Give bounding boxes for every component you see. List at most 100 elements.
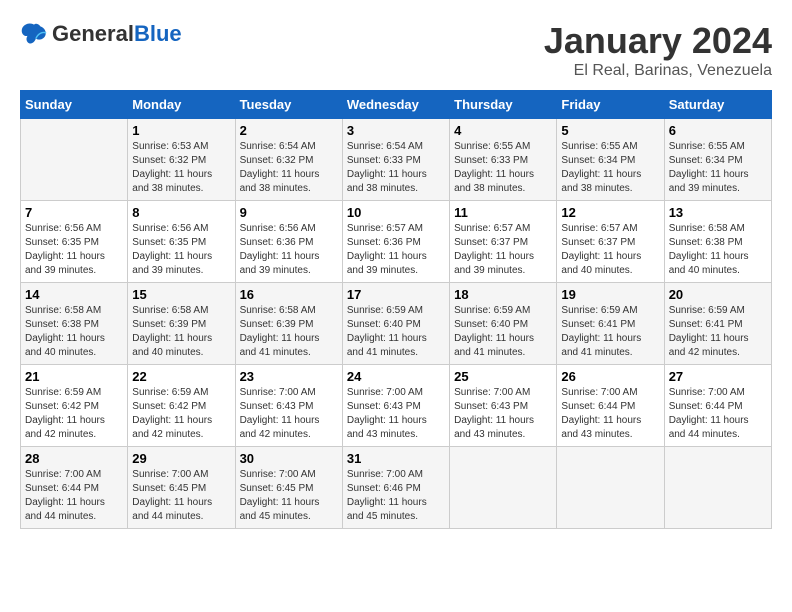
day-info: Sunrise: 6:56 AM Sunset: 6:36 PM Dayligh… — [240, 222, 338, 278]
day-number: 13 — [669, 205, 767, 220]
day-info: Sunrise: 6:57 AM Sunset: 6:37 PM Dayligh… — [454, 222, 552, 278]
calendar-week-row: 1 Sunrise: 6:53 AM Sunset: 6:32 PM Daylig… — [21, 119, 772, 201]
day-number: 4 — [454, 123, 552, 138]
table-row: 27 Sunrise: 7:00 AM Sunset: 6:44 PM Dayli… — [664, 365, 771, 447]
table-row: 1 Sunrise: 6:53 AM Sunset: 6:32 PM Daylig… — [128, 119, 235, 201]
table-row: 14Sunrise: 6:58 AM Sunset: 6:38 PM Dayli… — [21, 283, 128, 365]
day-info: Sunrise: 6:58 AM Sunset: 6:38 PM Dayligh… — [669, 222, 767, 278]
calendar-week-row: 21 Sunrise: 6:59 AM Sunset: 6:42 PM Dayli… — [21, 365, 772, 447]
day-number: 25 — [454, 369, 552, 384]
day-number: 1 — [132, 123, 230, 138]
table-row: 6 Sunrise: 6:55 AM Sunset: 6:34 PM Daylig… — [664, 119, 771, 201]
day-number: 20 — [669, 287, 767, 302]
calendar-week-row: 28 Sunrise: 7:00 AM Sunset: 6:44 PM Dayli… — [21, 447, 772, 529]
calendar-title: January 2024 — [544, 20, 772, 62]
day-info: Sunrise: 6:57 AM Sunset: 6:36 PM Dayligh… — [347, 222, 445, 278]
day-number: 19 — [561, 287, 659, 302]
day-number: 29 — [132, 451, 230, 466]
day-number: 12 — [561, 205, 659, 220]
table-row: 13 Sunrise: 6:58 AM Sunset: 6:38 PM Dayli… — [664, 201, 771, 283]
day-info: Sunrise: 6:56 AM Sunset: 6:35 PM Dayligh… — [25, 222, 123, 278]
day-number: 30 — [240, 451, 338, 466]
day-number: 7 — [25, 205, 123, 220]
header-friday: Friday — [557, 91, 664, 119]
table-row — [21, 119, 128, 201]
table-row: 17 Sunrise: 6:59 AM Sunset: 6:40 PM Dayli… — [342, 283, 449, 365]
day-number: 5 — [561, 123, 659, 138]
table-row: 18Sunrise: 6:59 AM Sunset: 6:40 PM Dayli… — [450, 283, 557, 365]
table-row: 29 Sunrise: 7:00 AM Sunset: 6:45 PM Dayli… — [128, 447, 235, 529]
table-row: 2Sunrise: 6:54 AM Sunset: 6:32 PM Daylig… — [235, 119, 342, 201]
day-number: 26 — [561, 369, 659, 384]
table-row: 12 Sunrise: 6:57 AM Sunset: 6:37 PM Dayli… — [557, 201, 664, 283]
table-row: 16 Sunrise: 6:58 AM Sunset: 6:39 PM Dayli… — [235, 283, 342, 365]
table-row — [664, 447, 771, 529]
table-row: 23 Sunrise: 7:00 AM Sunset: 6:43 PM Dayli… — [235, 365, 342, 447]
day-info: Sunrise: 6:59 AM Sunset: 6:40 PM Dayligh… — [347, 304, 445, 360]
header-saturday: Saturday — [664, 91, 771, 119]
day-number: 11 — [454, 205, 552, 220]
table-row: 26 Sunrise: 7:00 AM Sunset: 6:44 PM Dayli… — [557, 365, 664, 447]
day-number: 17 — [347, 287, 445, 302]
day-number: 15 — [132, 287, 230, 302]
table-row: 4Sunrise: 6:55 AM Sunset: 6:33 PM Daylig… — [450, 119, 557, 201]
day-number: 27 — [669, 369, 767, 384]
logo-text: General Blue — [52, 22, 182, 46]
table-row: 7 Sunrise: 6:56 AM Sunset: 6:35 PM Daylig… — [21, 201, 128, 283]
day-info: Sunrise: 6:58 AM Sunset: 6:39 PM Dayligh… — [132, 304, 230, 360]
day-number: 18 — [454, 287, 552, 302]
title-block: January 2024 El Real, Barinas, Venezuela — [544, 20, 772, 80]
header-tuesday: Tuesday — [235, 91, 342, 119]
table-row: 9Sunrise: 6:56 AM Sunset: 6:36 PM Daylig… — [235, 201, 342, 283]
logo-bird-icon — [20, 20, 48, 48]
calendar-table: Sunday Monday Tuesday Wednesday Thursday… — [20, 90, 772, 529]
day-info: Sunrise: 7:00 AM Sunset: 6:43 PM Dayligh… — [454, 386, 552, 442]
day-number: 22 — [132, 369, 230, 384]
day-info: Sunrise: 7:00 AM Sunset: 6:44 PM Dayligh… — [561, 386, 659, 442]
day-number: 8 — [132, 205, 230, 220]
logo: General Blue — [20, 20, 182, 48]
day-info: Sunrise: 7:00 AM Sunset: 6:45 PM Dayligh… — [132, 468, 230, 524]
calendar-week-row: 7 Sunrise: 6:56 AM Sunset: 6:35 PM Daylig… — [21, 201, 772, 283]
day-number: 6 — [669, 123, 767, 138]
day-info: Sunrise: 6:55 AM Sunset: 6:34 PM Dayligh… — [561, 140, 659, 196]
day-info: Sunrise: 6:59 AM Sunset: 6:42 PM Dayligh… — [25, 386, 123, 442]
day-info: Sunrise: 7:00 AM Sunset: 6:43 PM Dayligh… — [240, 386, 338, 442]
table-row: 21 Sunrise: 6:59 AM Sunset: 6:42 PM Dayli… — [21, 365, 128, 447]
day-info: Sunrise: 6:55 AM Sunset: 6:34 PM Dayligh… — [669, 140, 767, 196]
day-info: Sunrise: 7:00 AM Sunset: 6:45 PM Dayligh… — [240, 468, 338, 524]
day-number: 14 — [25, 287, 123, 302]
day-number: 23 — [240, 369, 338, 384]
table-row: 20Sunrise: 6:59 AM Sunset: 6:41 PM Dayli… — [664, 283, 771, 365]
table-row: 5 Sunrise: 6:55 AM Sunset: 6:34 PM Daylig… — [557, 119, 664, 201]
day-info: Sunrise: 6:54 AM Sunset: 6:33 PM Dayligh… — [347, 140, 445, 196]
table-row: 3Sunrise: 6:54 AM Sunset: 6:33 PM Daylig… — [342, 119, 449, 201]
day-number: 16 — [240, 287, 338, 302]
day-info: Sunrise: 7:00 AM Sunset: 6:44 PM Dayligh… — [25, 468, 123, 524]
weekday-header-row: Sunday Monday Tuesday Wednesday Thursday… — [21, 91, 772, 119]
day-info: Sunrise: 6:53 AM Sunset: 6:32 PM Dayligh… — [132, 140, 230, 196]
logo-general: General — [52, 22, 134, 46]
day-info: Sunrise: 6:57 AM Sunset: 6:37 PM Dayligh… — [561, 222, 659, 278]
day-number: 2 — [240, 123, 338, 138]
table-row: 19Sunrise: 6:59 AM Sunset: 6:41 PM Dayli… — [557, 283, 664, 365]
day-number: 21 — [25, 369, 123, 384]
table-row: 30 Sunrise: 7:00 AM Sunset: 6:45 PM Dayli… — [235, 447, 342, 529]
day-info: Sunrise: 6:58 AM Sunset: 6:39 PM Dayligh… — [240, 304, 338, 360]
table-row: 28 Sunrise: 7:00 AM Sunset: 6:44 PM Dayli… — [21, 447, 128, 529]
day-info: Sunrise: 6:56 AM Sunset: 6:35 PM Dayligh… — [132, 222, 230, 278]
table-row: 24Sunrise: 7:00 AM Sunset: 6:43 PM Dayli… — [342, 365, 449, 447]
day-number: 28 — [25, 451, 123, 466]
header-thursday: Thursday — [450, 91, 557, 119]
day-number: 24 — [347, 369, 445, 384]
day-number: 31 — [347, 451, 445, 466]
header-wednesday: Wednesday — [342, 91, 449, 119]
day-info: Sunrise: 7:00 AM Sunset: 6:46 PM Dayligh… — [347, 468, 445, 524]
table-row: 11 Sunrise: 6:57 AM Sunset: 6:37 PM Dayli… — [450, 201, 557, 283]
table-row — [450, 447, 557, 529]
logo-blue: Blue — [134, 22, 182, 46]
table-row — [557, 447, 664, 529]
day-info: Sunrise: 6:59 AM Sunset: 6:42 PM Dayligh… — [132, 386, 230, 442]
header-sunday: Sunday — [21, 91, 128, 119]
day-info: Sunrise: 7:00 AM Sunset: 6:44 PM Dayligh… — [669, 386, 767, 442]
